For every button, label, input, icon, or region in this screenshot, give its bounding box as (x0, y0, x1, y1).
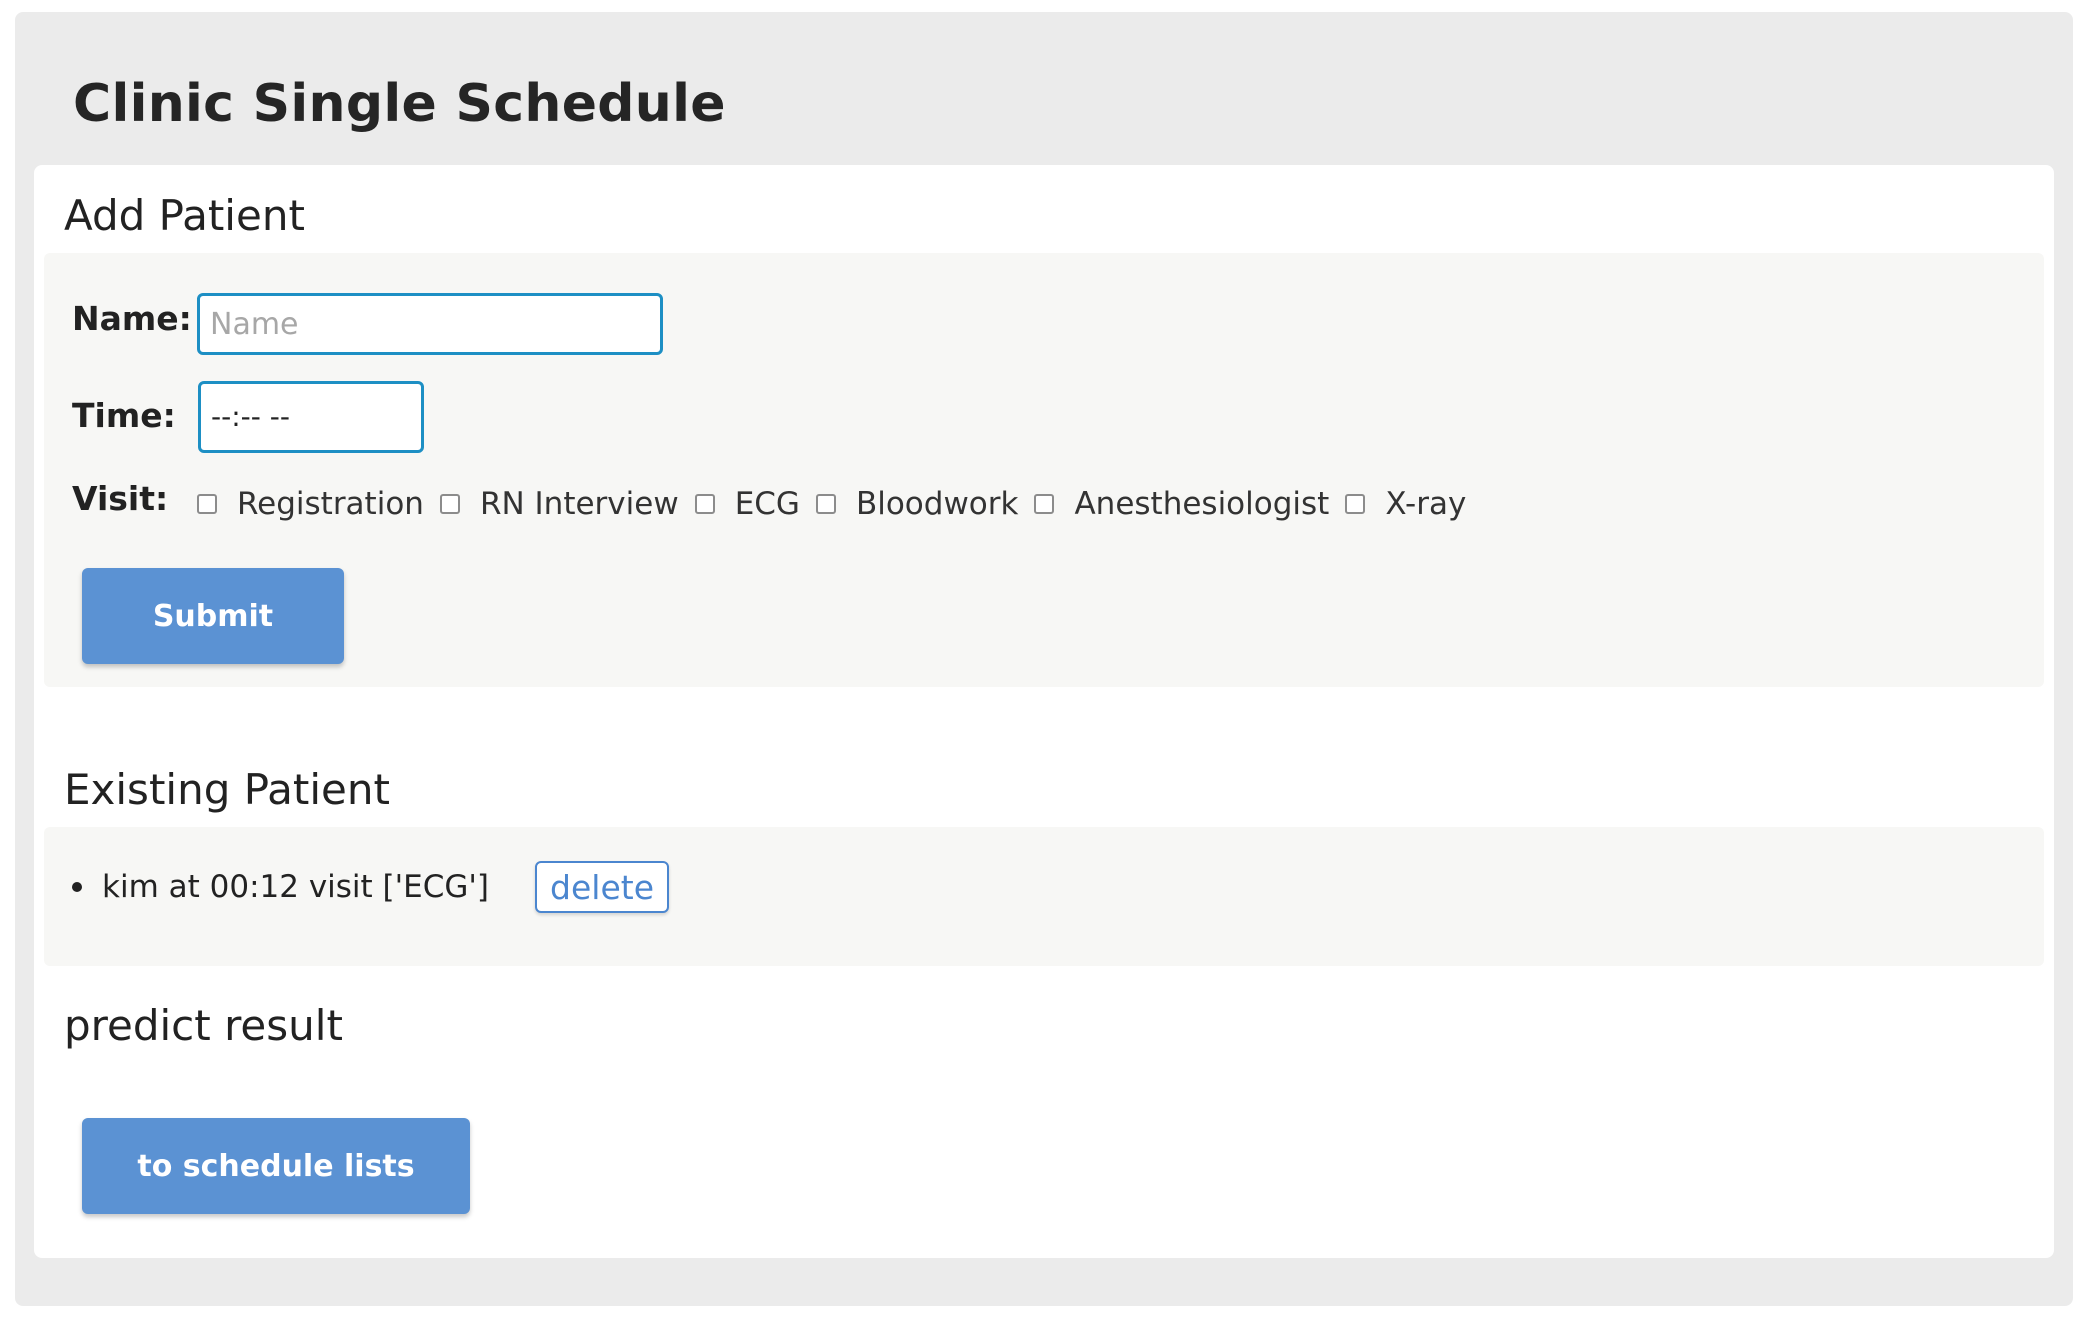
add-patient-form: Name: Time: --:-- -- Visit: Registration… (44, 253, 2044, 687)
ecg-checkbox[interactable] (694, 494, 715, 514)
visit-option-anesthesiologist[interactable]: Anesthesiologist (1034, 486, 1329, 522)
ecg-label: ECG (734, 486, 800, 522)
anesthesiologist-label: Anesthesiologist (1074, 486, 1330, 522)
bloodwork-label: Bloodwork (855, 486, 1019, 522)
x-ray-checkbox[interactable] (1345, 494, 1366, 514)
x-ray-label: X-ray (1385, 486, 1467, 522)
predict-result-heading: predict result (64, 1001, 343, 1050)
anesthesiologist-checkbox[interactable] (1034, 494, 1055, 514)
visit-options: Registration RN Interview ECG Bloodwork … (197, 479, 1482, 529)
registration-label: Registration (237, 486, 424, 522)
time-label: Time: (72, 396, 176, 435)
page-title: Clinic Single Schedule (73, 74, 726, 134)
time-input[interactable]: --:-- -- (198, 381, 424, 453)
rn-interview-checkbox[interactable] (439, 494, 460, 514)
visit-option-ecg[interactable]: ECG (694, 486, 800, 522)
schedule-lists-button[interactable]: to schedule lists (82, 1118, 470, 1214)
rn-interview-label: RN Interview (479, 486, 679, 522)
visit-option-bloodwork[interactable]: Bloodwork (815, 486, 1019, 522)
bloodwork-checkbox[interactable] (815, 494, 836, 514)
visit-option-x-ray[interactable]: X-ray (1345, 486, 1466, 522)
patient-entry-text: kim at 00:12 visit ['ECG'] (102, 869, 490, 905)
page-container: Clinic Single Schedule Add Patient Name:… (15, 12, 2073, 1306)
visit-label: Visit: (72, 479, 169, 518)
existing-patient-list: kim at 00:12 visit ['ECG'] delete (44, 827, 2044, 966)
visit-option-registration[interactable]: Registration (197, 486, 424, 522)
existing-patient-heading: Existing Patient (64, 765, 390, 814)
name-input[interactable] (197, 293, 663, 355)
delete-button[interactable]: delete (535, 861, 669, 913)
main-card: Add Patient Name: Time: --:-- -- Visit: … (34, 165, 2054, 1258)
name-label: Name: (72, 299, 192, 338)
bullet-icon (72, 882, 82, 892)
list-item: kim at 00:12 visit ['ECG'] delete (72, 857, 669, 917)
visit-option-rn-interview[interactable]: RN Interview (439, 486, 679, 522)
registration-checkbox[interactable] (197, 494, 217, 514)
add-patient-heading: Add Patient (64, 191, 305, 240)
submit-button[interactable]: Submit (82, 568, 344, 664)
